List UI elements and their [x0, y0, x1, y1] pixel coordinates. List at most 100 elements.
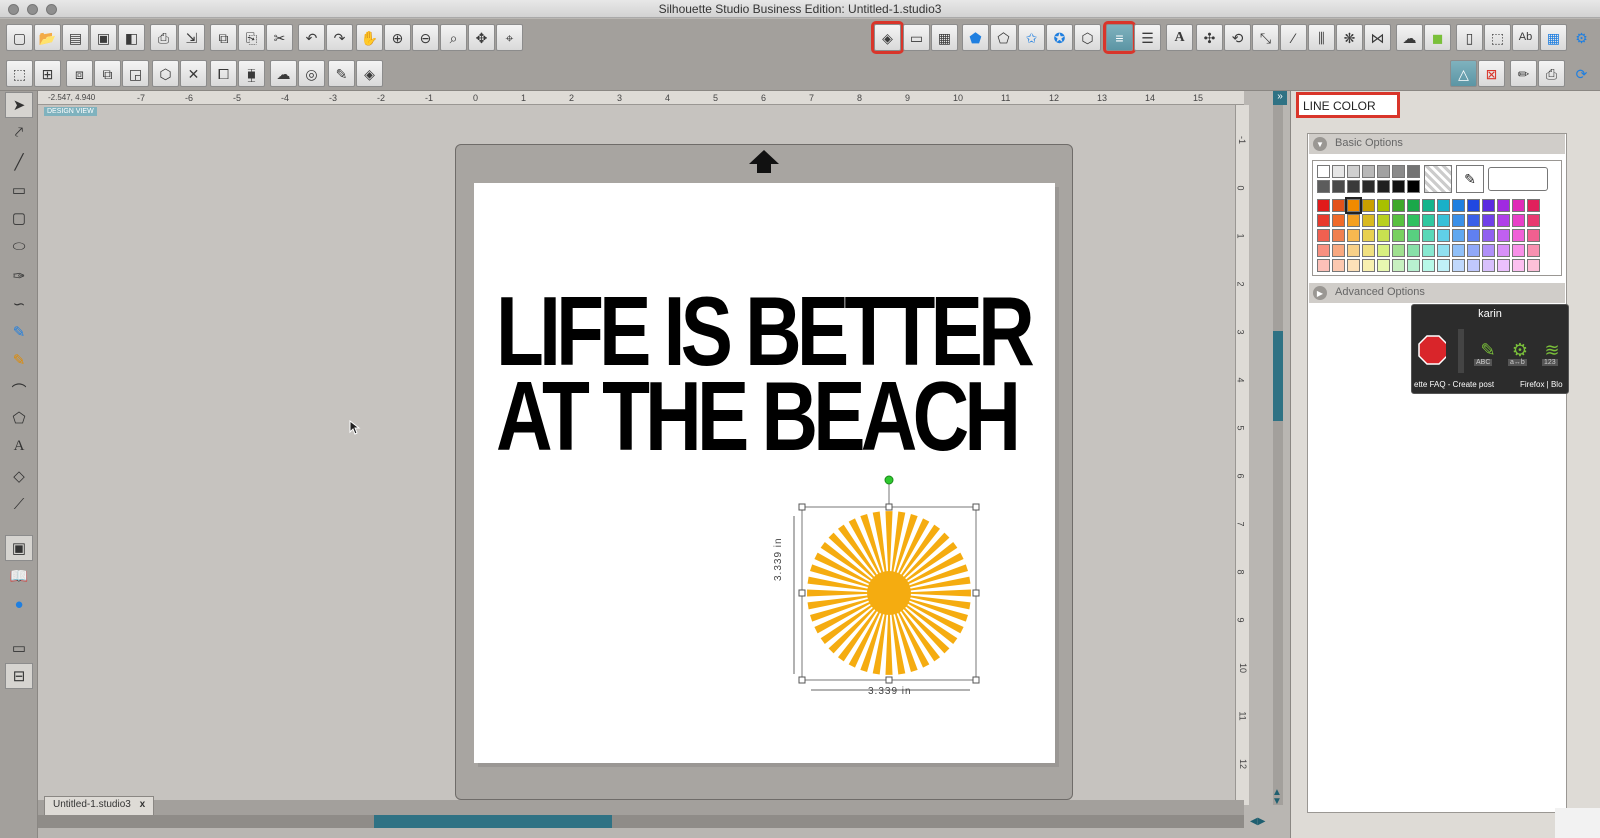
color-swatch[interactable] [1362, 214, 1375, 227]
color-swatch[interactable] [1317, 244, 1330, 257]
color-swatch[interactable] [1467, 229, 1480, 242]
color-swatch[interactable] [1527, 199, 1540, 212]
color-swatch[interactable] [1512, 244, 1525, 257]
color-swatch[interactable] [1377, 229, 1390, 242]
text-icon[interactable]: Ab [1512, 24, 1539, 51]
fit-to-page-icon[interactable]: ⌖ [496, 24, 523, 51]
color-swatch[interactable] [1437, 214, 1450, 227]
stop-sign-icon[interactable] [1418, 329, 1446, 371]
zoom-out-icon[interactable]: ⊖ [412, 24, 439, 51]
color-swatch[interactable] [1347, 165, 1360, 178]
zoom-in-icon[interactable]: ⊕ [384, 24, 411, 51]
pentagon-icon[interactable]: ⬟ [962, 24, 989, 51]
color-swatch[interactable] [1407, 180, 1420, 193]
color-swatch[interactable] [1437, 244, 1450, 257]
color-swatch[interactable] [1332, 180, 1345, 193]
resize-handle-l[interactable] [798, 589, 806, 597]
color-swatch[interactable] [1317, 180, 1330, 193]
line-icon[interactable]: ╱ [5, 149, 33, 175]
color-swatch[interactable] [1392, 180, 1405, 193]
color-swatch[interactable] [1422, 259, 1435, 272]
scale-icon[interactable]: ⤡ [1252, 24, 1279, 51]
transparent-swatch[interactable] [1424, 165, 1452, 193]
color-swatch[interactable] [1497, 244, 1510, 257]
color-swatch[interactable] [1422, 199, 1435, 212]
resize-handle-bl[interactable] [798, 676, 806, 684]
sketch-icon[interactable]: △ [1450, 60, 1477, 87]
bring-forward-icon[interactable]: ⧠ [210, 60, 237, 87]
resize-handle-r[interactable] [972, 589, 980, 597]
rectangle-icon[interactable]: ▭ [5, 177, 33, 203]
paste-icon[interactable]: ⎘ [238, 24, 265, 51]
color-swatch[interactable] [1317, 259, 1330, 272]
modify-icon[interactable]: ⋈ [1364, 24, 1391, 51]
resize-handle-b[interactable] [885, 676, 893, 684]
color-swatch[interactable] [1467, 244, 1480, 257]
color-swatch[interactable] [1497, 199, 1510, 212]
resize-handle-br[interactable] [972, 676, 980, 684]
color-swatch[interactable] [1377, 165, 1390, 178]
resize-handle-tl[interactable] [798, 503, 806, 511]
cut-icon[interactable]: ✂ [266, 24, 293, 51]
page-setup-icon[interactable]: ▯ [1456, 24, 1483, 51]
color-swatch[interactable] [1407, 259, 1420, 272]
document-tab-close-icon[interactable]: x [140, 799, 146, 810]
color-swatch[interactable] [1467, 214, 1480, 227]
color-swatch[interactable] [1317, 214, 1330, 227]
select-all-icon[interactable]: ⬚ [6, 60, 33, 87]
color-swatch[interactable] [1317, 229, 1330, 242]
undo-icon[interactable]: ↶ [298, 24, 325, 51]
color-swatch[interactable] [1332, 244, 1345, 257]
color-swatch[interactable] [1392, 259, 1405, 272]
line-style-icon[interactable]: ☰ [1134, 24, 1161, 51]
zoom-fit-icon[interactable]: ✥ [468, 24, 495, 51]
horizontal-scrollbar[interactable] [38, 815, 1244, 828]
rounded-rectangle-icon[interactable]: ▢ [5, 205, 33, 231]
scroll-left-right-icon[interactable]: ◀▶ [1250, 816, 1265, 827]
color-swatch[interactable] [1407, 214, 1420, 227]
collapse-panel-icon[interactable]: » [1273, 91, 1287, 105]
design-view-icon[interactable]: ▣ [5, 535, 33, 561]
pan-icon[interactable]: ✋ [356, 24, 383, 51]
color-swatch[interactable] [1482, 214, 1495, 227]
shape-icon[interactable]: ⬠ [990, 24, 1017, 51]
print-cut-icon[interactable]: ⇲ [178, 24, 205, 51]
color-swatch[interactable] [1452, 214, 1465, 227]
custom-color-box[interactable] [1488, 167, 1548, 191]
color-swatch[interactable] [1467, 259, 1480, 272]
line-color-icon[interactable]: ≡ [1103, 21, 1136, 54]
color-swatch[interactable] [1452, 229, 1465, 242]
color-swatch[interactable] [1377, 199, 1390, 212]
color-swatch[interactable] [1422, 214, 1435, 227]
redo-icon[interactable]: ↷ [326, 24, 353, 51]
color-swatch[interactable] [1392, 244, 1405, 257]
fill-pattern-icon[interactable]: ▦ [931, 24, 958, 51]
vertical-scrollbar[interactable] [1273, 105, 1283, 805]
eyedropper-icon[interactable]: ✎ [1456, 165, 1484, 193]
color-swatch[interactable] [1362, 165, 1375, 178]
color-swatch[interactable] [1452, 199, 1465, 212]
offset-ring-icon[interactable]: ◎ [298, 60, 325, 87]
rotation-handle[interactable] [884, 475, 894, 485]
color-swatch[interactable] [1347, 229, 1360, 242]
edit-points-icon[interactable]: ⤤ [5, 119, 33, 145]
color-swatch[interactable] [1377, 214, 1390, 227]
ellipse-icon[interactable]: ⬭ [5, 233, 33, 259]
align-icon[interactable]: ⫼ [1308, 24, 1335, 51]
replicate-icon[interactable]: ❋ [1336, 24, 1363, 51]
pointer-icon[interactable]: ➤ [5, 92, 33, 118]
color-swatch[interactable] [1497, 214, 1510, 227]
split-view-icon[interactable]: ⊟ [5, 663, 33, 689]
color-swatch[interactable] [1392, 165, 1405, 178]
color-swatch[interactable] [1347, 214, 1360, 227]
text-style-icon[interactable]: A [1166, 24, 1193, 51]
color-swatch[interactable] [1437, 199, 1450, 212]
horizontal-scroll-thumb[interactable] [374, 815, 612, 828]
color-swatch[interactable] [1377, 244, 1390, 257]
color-swatch[interactable] [1422, 244, 1435, 257]
grid-icon[interactable]: ▦ [1540, 24, 1567, 51]
vertical-scroll-thumb[interactable] [1273, 331, 1283, 421]
advanced-options-header[interactable]: ▶ Advanced Options [1309, 283, 1565, 303]
save-icon[interactable]: ▣ [90, 24, 117, 51]
library-view-icon[interactable]: 📖 [5, 563, 33, 589]
